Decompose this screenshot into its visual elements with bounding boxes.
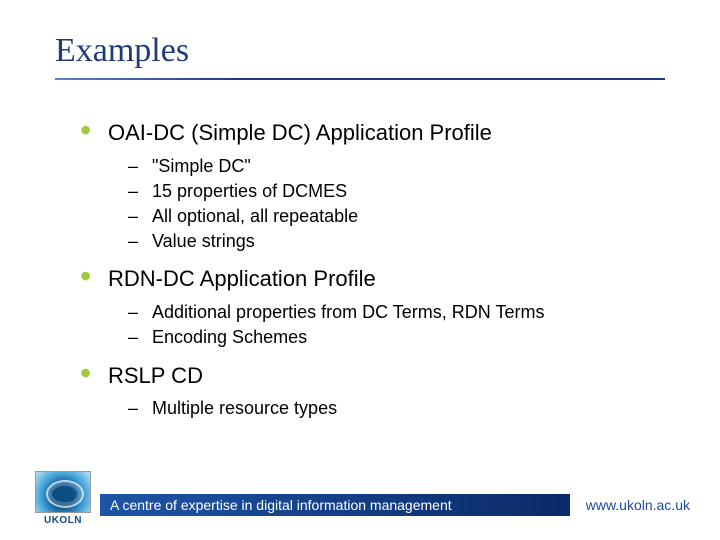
sub-bullet: Additional properties from DC Terms, RDN… [128, 300, 660, 325]
bullet-label: RSLP CD [108, 363, 203, 388]
bullet-item: OAI-DC (Simple DC) Application Profile "… [80, 118, 660, 254]
sub-bullet: All optional, all repeatable [128, 204, 660, 229]
sub-bullet: Multiple resource types [128, 396, 660, 421]
logo-label: UKOLN [35, 515, 91, 526]
slide-title: Examples [55, 32, 189, 70]
footer-tagline: A centre of expertise in digital informa… [110, 497, 452, 513]
slide: Examples OAI-DC (Simple DC) Application … [0, 0, 720, 540]
footer: UKOLN A centre of expertise in digital i… [0, 462, 720, 540]
title-underline [55, 78, 665, 80]
bullet-item: RDN-DC Application Profile Additional pr… [80, 264, 660, 350]
sub-bullet: Encoding Schemes [128, 325, 660, 350]
logo: UKOLN [35, 471, 91, 526]
bullet-item: RSLP CD Multiple resource types [80, 361, 660, 422]
footer-url: www.ukoln.ac.uk [586, 497, 690, 513]
sub-bullet: 15 properties of DCMES [128, 179, 660, 204]
bullet-label: OAI-DC (Simple DC) Application Profile [108, 120, 492, 145]
sub-bullet: Value strings [128, 229, 660, 254]
content-area: OAI-DC (Simple DC) Application Profile "… [80, 118, 660, 431]
sub-bullet: "Simple DC" [128, 154, 660, 179]
bullet-label: RDN-DC Application Profile [108, 266, 376, 291]
logo-icon [35, 471, 91, 513]
